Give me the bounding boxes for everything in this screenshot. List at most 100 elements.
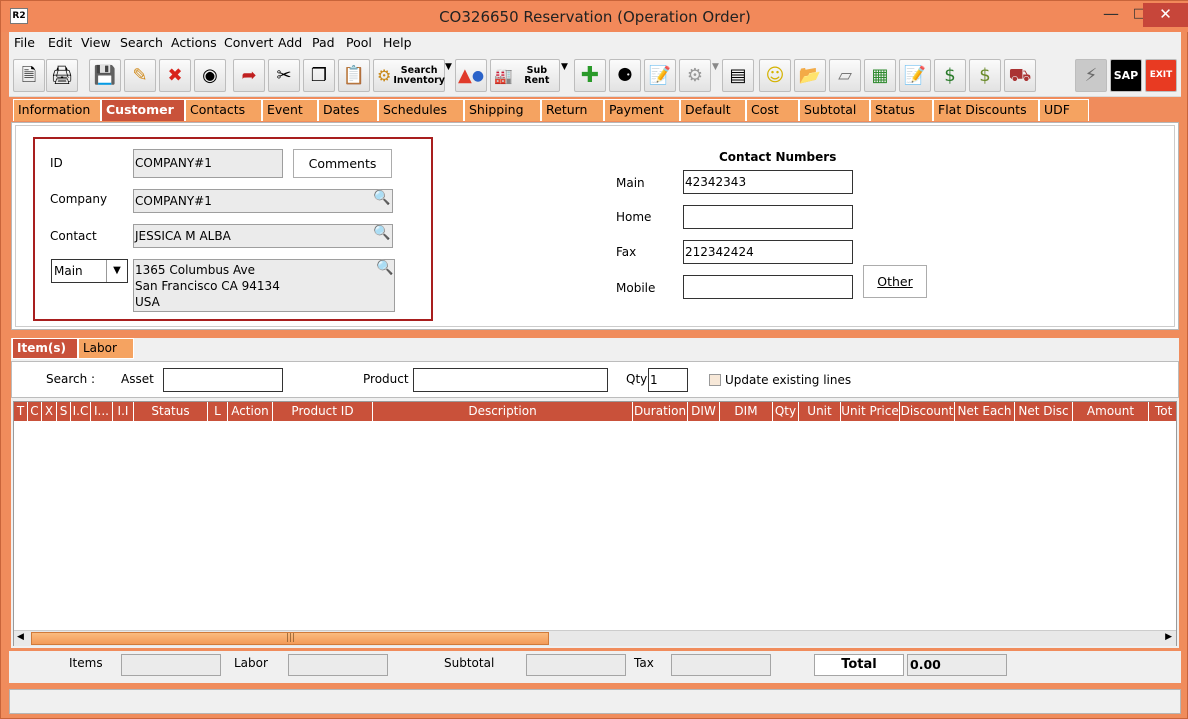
exit-button[interactable]: EXIT: [1145, 59, 1177, 92]
col-description[interactable]: Description: [373, 402, 633, 421]
col-x[interactable]: X: [42, 402, 57, 421]
copy-icon[interactable]: ❐: [303, 59, 335, 92]
menu-file[interactable]: File: [14, 35, 35, 50]
company-search-icon[interactable]: 🔍: [373, 190, 390, 206]
scroll-right-icon[interactable]: ▶: [1165, 632, 1172, 642]
col-c[interactable]: C: [28, 402, 42, 421]
smiley-icon[interactable]: ☺: [759, 59, 791, 92]
close-icon[interactable]: ✕: [1143, 3, 1188, 27]
tab-return[interactable]: Return: [541, 99, 604, 121]
address-field[interactable]: 1365 Columbus Ave San Francisco CA 94134…: [133, 259, 395, 312]
fax-field[interactable]: 212342424: [683, 240, 853, 264]
menu-search[interactable]: Search: [120, 35, 163, 50]
tab-schedules[interactable]: Schedules: [378, 99, 464, 121]
chevron-down-icon[interactable]: ▼: [106, 260, 127, 282]
tab-event[interactable]: Event: [262, 99, 318, 121]
col-diw[interactable]: DIW: [688, 402, 720, 421]
col-unit[interactable]: Unit: [799, 402, 841, 421]
menu-add[interactable]: Add: [278, 35, 302, 50]
col-action[interactable]: Action: [228, 402, 273, 421]
cut-icon[interactable]: ✂: [268, 59, 300, 92]
tab-contacts[interactable]: Contacts: [185, 99, 262, 121]
tab-default[interactable]: Default: [680, 99, 746, 121]
update-existing-checkbox[interactable]: [709, 374, 721, 386]
product-input[interactable]: [413, 368, 608, 392]
tab-status[interactable]: Status: [870, 99, 933, 121]
comments-button[interactable]: Comments: [293, 149, 392, 178]
lightning-icon[interactable]: ⚡: [1075, 59, 1107, 92]
menu-actions[interactable]: Actions: [171, 35, 217, 50]
col-qty[interactable]: Qty: [773, 402, 799, 421]
menu-pad[interactable]: Pad: [312, 35, 335, 50]
form-edit-icon[interactable]: 📝: [899, 59, 931, 92]
col-i-ellipsis[interactable]: I...: [91, 402, 113, 421]
mobile-field[interactable]: [683, 275, 853, 299]
delete-icon[interactable]: ✖: [159, 59, 191, 92]
contact-search-icon[interactable]: 🔍: [373, 225, 390, 241]
col-ii[interactable]: I.I: [113, 402, 134, 421]
contact-field[interactable]: JESSICA M ALBA: [133, 224, 393, 248]
col-t[interactable]: T: [14, 402, 28, 421]
tab-dates[interactable]: Dates: [318, 99, 378, 121]
col-product-id[interactable]: Product ID: [273, 402, 373, 421]
eraser-icon[interactable]: ▱: [829, 59, 861, 92]
menu-convert[interactable]: Convert: [224, 35, 273, 50]
paste-icon[interactable]: 📋: [338, 59, 370, 92]
horizontal-scrollbar[interactable]: ◀ ||| ▶: [14, 630, 1176, 646]
company-field[interactable]: COMPANY#1: [133, 189, 393, 213]
sub-rent-button[interactable]: 🏭 Sub Rent: [490, 59, 560, 92]
address-search-icon[interactable]: 🔍: [376, 260, 393, 276]
menu-view[interactable]: View: [81, 35, 111, 50]
tab-customer[interactable]: Customer: [101, 99, 185, 121]
tab-subtotal[interactable]: Subtotal: [799, 99, 870, 121]
sub-rent-dropdown-icon[interactable]: ▼: [561, 62, 569, 72]
qty-input[interactable]: 1: [648, 368, 688, 392]
truck-icon[interactable]: ⛟: [1004, 59, 1036, 92]
money-transfer-icon[interactable]: $: [934, 59, 966, 92]
menu-pool[interactable]: Pool: [346, 35, 372, 50]
shapes-icon[interactable]: ▲ ●: [455, 59, 487, 92]
col-net-disc[interactable]: Net Disc: [1015, 402, 1073, 421]
inventory-grid-icon[interactable]: ▦: [864, 59, 896, 92]
scrollbar-thumb[interactable]: |||: [31, 632, 549, 645]
col-s[interactable]: S: [57, 402, 71, 421]
binoculars-icon[interactable]: ◉: [194, 59, 226, 92]
other-button[interactable]: Other: [863, 265, 927, 298]
save-icon[interactable]: 💾: [89, 59, 121, 92]
search-inventory-dropdown-icon[interactable]: ▼: [445, 62, 453, 72]
edit-pencil-icon[interactable]: ✎: [124, 59, 156, 92]
tab-shipping[interactable]: Shipping: [464, 99, 541, 121]
tab-items[interactable]: Item(s): [12, 338, 78, 359]
notepad-edit-icon[interactable]: 📝: [644, 59, 676, 92]
col-duration[interactable]: Duration: [633, 402, 688, 421]
tab-information[interactable]: Information: [13, 99, 101, 121]
hierarchy-icon[interactable]: ▤: [722, 59, 754, 92]
print-icon[interactable]: 🖨: [46, 59, 78, 92]
search-inventory-button[interactable]: ⚙ Search Inventory: [373, 59, 445, 92]
tab-udf[interactable]: UDF: [1039, 99, 1089, 121]
menu-help[interactable]: Help: [383, 35, 412, 50]
col-unit-price[interactable]: Unit Price: [841, 402, 900, 421]
id-field[interactable]: COMPANY#1: [133, 149, 283, 178]
address-type-select[interactable]: Main ▼: [51, 259, 128, 283]
col-amount[interactable]: Amount: [1073, 402, 1149, 421]
col-l[interactable]: L: [208, 402, 228, 421]
new-icon[interactable]: 🗎: [13, 59, 45, 92]
tab-flat-discounts[interactable]: Flat Discounts: [933, 99, 1039, 121]
col-status[interactable]: Status: [134, 402, 208, 421]
col-dim[interactable]: DIM: [720, 402, 773, 421]
balls-icon[interactable]: ⚈: [609, 59, 641, 92]
money-docs-icon[interactable]: $: [969, 59, 1001, 92]
col-discount[interactable]: Discount: [900, 402, 955, 421]
tab-payment[interactable]: Payment: [604, 99, 680, 121]
tab-labor[interactable]: Labor: [78, 338, 134, 359]
copy-to-icon[interactable]: ➦: [233, 59, 265, 92]
folder-clock-icon[interactable]: 📂: [794, 59, 826, 92]
tab-cost[interactable]: Cost: [746, 99, 799, 121]
menu-edit[interactable]: Edit: [48, 35, 72, 50]
asset-input[interactable]: [163, 368, 283, 392]
main-phone-field[interactable]: 42342343: [683, 170, 853, 194]
col-ic[interactable]: I.C: [71, 402, 91, 421]
home-phone-field[interactable]: [683, 205, 853, 229]
sap-button[interactable]: SAP: [1110, 59, 1142, 92]
